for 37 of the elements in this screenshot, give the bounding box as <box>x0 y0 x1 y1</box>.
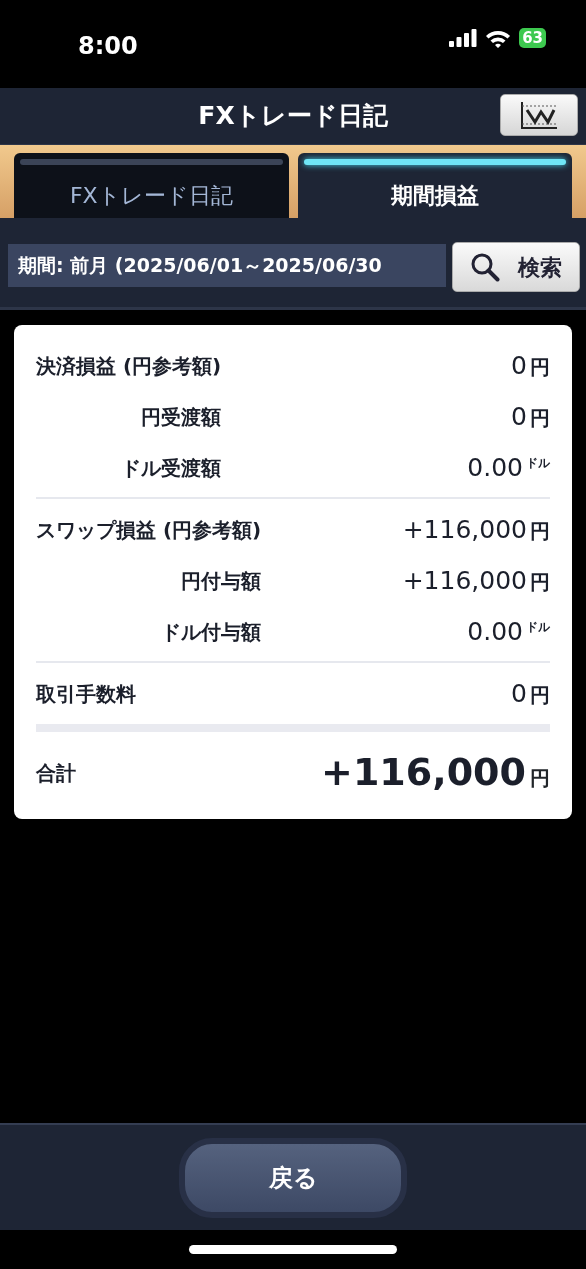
row-label: ドル付与額 <box>161 619 262 646</box>
unit-label: ドル <box>526 457 550 469</box>
search-button[interactable]: 検索 <box>452 242 580 292</box>
unit-label: 円 <box>530 569 550 596</box>
screen-title: FXトレード日記 <box>198 100 388 133</box>
back-button[interactable]: 戻る <box>179 1137 407 1218</box>
unit-label: ドル <box>526 621 550 633</box>
row-value: 0.00 <box>467 616 523 648</box>
unit-label: 円 <box>530 405 550 432</box>
battery-icon: 63 <box>519 28 546 48</box>
search-icon <box>470 252 500 282</box>
unit-label: 円 <box>530 682 550 709</box>
row-label: 円付与額 <box>181 568 262 595</box>
row-label: スワップ損益 (円参考額) <box>36 517 262 544</box>
tab[interactable]: 期間損益 <box>297 153 572 218</box>
row-value: +116,000 <box>402 514 527 546</box>
unit-label: 円 <box>530 354 550 381</box>
signal-icon <box>449 29 478 47</box>
row-value: 0.00 <box>467 452 523 484</box>
row-value: 0 <box>511 678 527 710</box>
chart-button[interactable] <box>500 94 578 136</box>
wifi-icon <box>485 28 512 48</box>
tab[interactable]: FXトレード日記 <box>14 153 289 218</box>
row-label: 取引手数料 <box>36 681 136 708</box>
row-value: +116,000 <box>402 565 527 597</box>
unit-label: 円 <box>530 765 550 792</box>
row-label: 円受渡額 <box>141 404 222 431</box>
row-label: 決済損益 (円参考額) <box>36 353 222 380</box>
total-label: 合計 <box>36 759 76 787</box>
total-value: +116,000 <box>321 749 526 796</box>
line-chart-icon <box>519 100 559 130</box>
period-field[interactable]: 期間: 前月 (2025/06/01～2025/06/30 <box>8 244 446 287</box>
unit-label: 円 <box>530 518 550 545</box>
row-value: 0 <box>511 350 527 382</box>
status-time: 8:00 <box>78 31 138 62</box>
row-label: ドル受渡額 <box>121 455 222 482</box>
row-value: 0 <box>511 401 527 433</box>
